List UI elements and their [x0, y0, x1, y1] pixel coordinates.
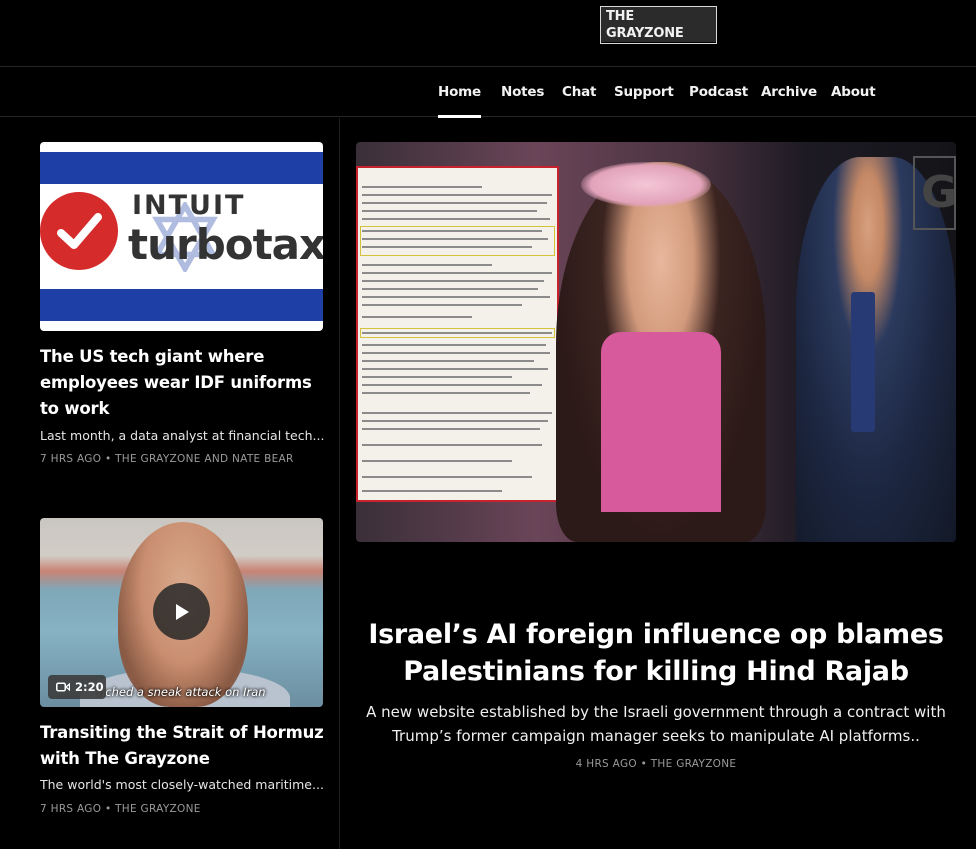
main-nav: Home Notes Chat Support Podcast Archive … — [0, 67, 976, 118]
play-icon — [175, 603, 189, 620]
hero-image[interactable]: G — [356, 142, 956, 542]
video-camera-icon — [56, 682, 70, 692]
post-title[interactable]: The US tech giant where employees wear I… — [40, 344, 330, 422]
checkmark-icon — [40, 192, 118, 270]
intuit-wordmark: INTUIT — [132, 190, 246, 221]
column-divider — [339, 118, 340, 849]
flower-crown — [581, 162, 711, 207]
nav-chat[interactable]: Chat — [562, 67, 596, 117]
post-meta: 7 HRS AGO • THE GRAYZONE AND NATE BEAR — [40, 453, 294, 465]
hero-title[interactable]: Israel’s AI foreign influence op blames … — [356, 616, 956, 690]
hero-tie — [851, 292, 875, 432]
document-excerpt — [356, 166, 559, 502]
post-thumbnail-turbotax[interactable]: INTUIT turbotax — [40, 142, 323, 331]
flag-stripe-top — [40, 152, 323, 184]
video-duration: 2:20 — [75, 680, 104, 694]
post-subtitle: Last month, a data analyst at financial … — [40, 428, 325, 443]
nav-support[interactable]: Support — [614, 67, 674, 117]
post-meta: 7 HRS AGO • THE GRAYZONE — [40, 803, 201, 815]
logo-text: THE GRAYZONE — [600, 5, 717, 44]
masthead: THE GRAYZONE — [0, 0, 976, 67]
background-sign: G — [913, 156, 956, 230]
post-subtitle: The world's most closely-watched maritim… — [40, 777, 324, 792]
nav-about[interactable]: About — [831, 67, 876, 117]
video-duration-badge: 2:20 — [48, 675, 106, 699]
turbotax-wordmark: turbotax — [128, 220, 323, 269]
nav-podcast[interactable]: Podcast — [689, 67, 748, 117]
nav-archive[interactable]: Archive — [761, 67, 817, 117]
nav-notes[interactable]: Notes — [501, 67, 544, 117]
hero-subtitle: A new website established by the Israeli… — [366, 703, 946, 745]
hero-meta: 4 HRS AGO • THE GRAYZONE — [575, 758, 737, 770]
play-button[interactable] — [153, 583, 210, 640]
hero-pink-shirt — [601, 332, 721, 512]
nav-home[interactable]: Home — [438, 67, 481, 118]
post-title[interactable]: Transiting the Strait of Hormuz with The… — [40, 720, 330, 772]
video-caption: nched a sneak attack on Iran — [98, 685, 266, 699]
flag-stripe-bottom — [40, 289, 323, 321]
site-logo[interactable]: THE GRAYZONE — [600, 5, 717, 44]
video-thumbnail[interactable]: nched a sneak attack on Iran 2:20 — [40, 518, 323, 707]
